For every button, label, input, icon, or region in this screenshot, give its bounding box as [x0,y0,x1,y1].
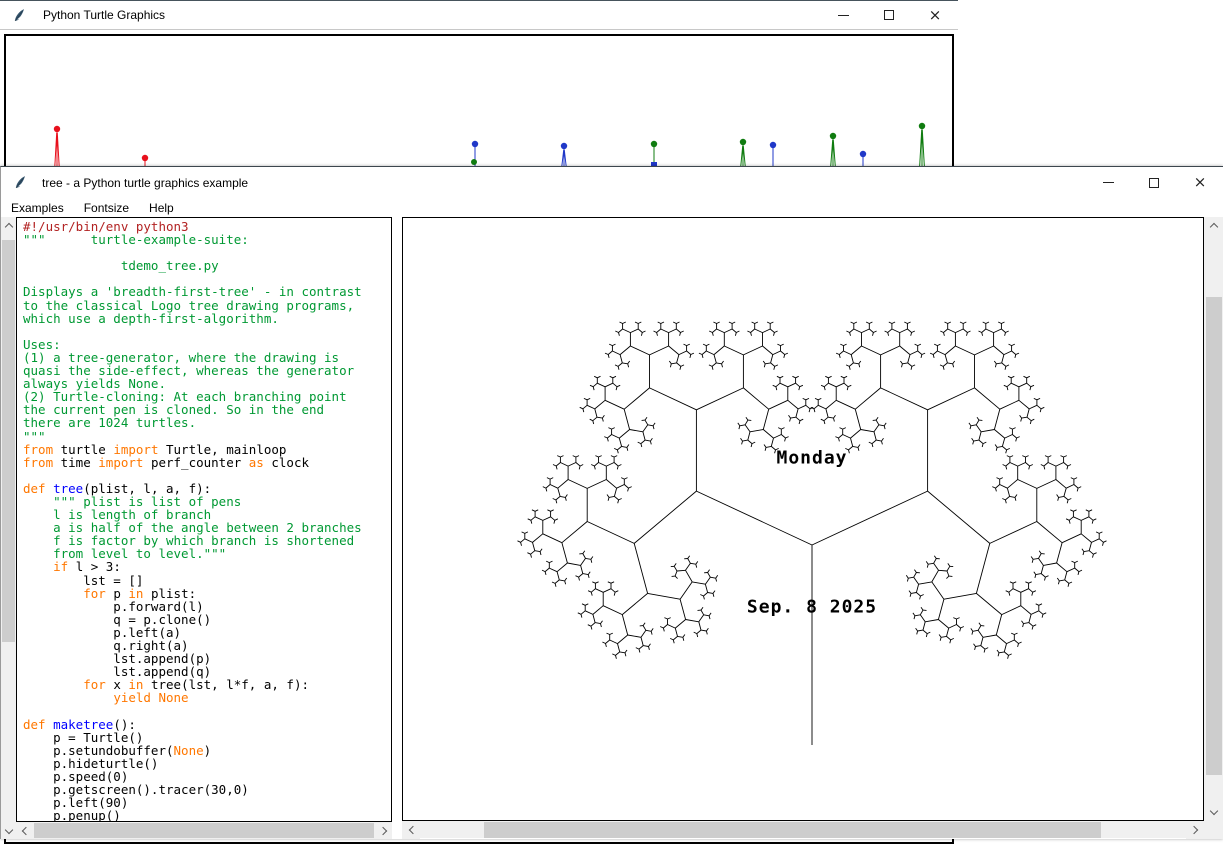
chevron-down-icon [4,825,12,833]
minimize-icon [1103,182,1114,183]
close-icon: × [1194,175,1207,190]
canvas-horizontal-scrollbar[interactable] [402,821,1204,838]
menubar: Examples Fontsize Help [1,198,1223,217]
chevron-up-icon [1210,223,1218,231]
code-vertical-scrollbar[interactable] [1,217,16,839]
code-vscroll-thumb[interactable] [2,240,15,642]
fg-window-title: tree - a Python turtle graphics example [42,176,248,190]
menu-fontsize[interactable]: Fontsize [74,200,139,216]
chevron-up-icon [4,222,12,230]
fg-minimize-button[interactable] [1085,167,1131,198]
canvas-vertical-scrollbar[interactable] [1204,217,1223,821]
menu-help[interactable]: Help [139,200,184,216]
canvas-text-date: Sep. 8 2025 [747,597,877,618]
scroll-down-button[interactable] [1,823,16,839]
canvas-hscroll-thumb[interactable] [484,822,1101,838]
window-tree-example: tree - a Python turtle graphics example … [0,166,1223,839]
fg-titlebar[interactable]: tree - a Python turtle graphics example … [1,167,1223,198]
canvas-vscroll-thumb[interactable] [1206,297,1222,775]
code-hscroll-thumb[interactable] [34,823,374,838]
code-text[interactable]: #!/usr/bin/env python3""" turtle-example… [16,217,392,822]
chevron-right-icon [1189,826,1197,834]
scroll-right-button[interactable] [376,822,392,839]
code-horizontal-scrollbar[interactable] [16,822,392,839]
scroll-left-button[interactable] [402,821,420,839]
pane-sash[interactable] [392,217,402,839]
canvas-text-weekday: Monday [776,448,847,469]
fractal-tree-drawing [403,218,1203,820]
scroll-up-button[interactable] [1,217,16,233]
scroll-right-button[interactable] [1186,821,1204,839]
maximize-icon [1149,178,1159,188]
scrollbar-corner [1204,821,1223,839]
chevron-left-icon [408,826,416,834]
chevron-down-icon [1210,807,1218,815]
fg-close-button[interactable]: × [1177,167,1223,198]
scroll-left-button[interactable] [16,822,32,839]
chevron-right-icon [378,826,386,834]
menu-examples[interactable]: Examples [1,200,74,216]
scroll-up-button[interactable] [1204,217,1223,234]
chevron-left-icon [21,826,29,834]
fg-maximize-button[interactable] [1131,167,1177,198]
tk-feather-icon [13,175,28,190]
turtle-drawing-canvas[interactable]: Monday Sep. 8 2025 [402,217,1204,821]
scroll-down-button[interactable] [1204,804,1223,821]
